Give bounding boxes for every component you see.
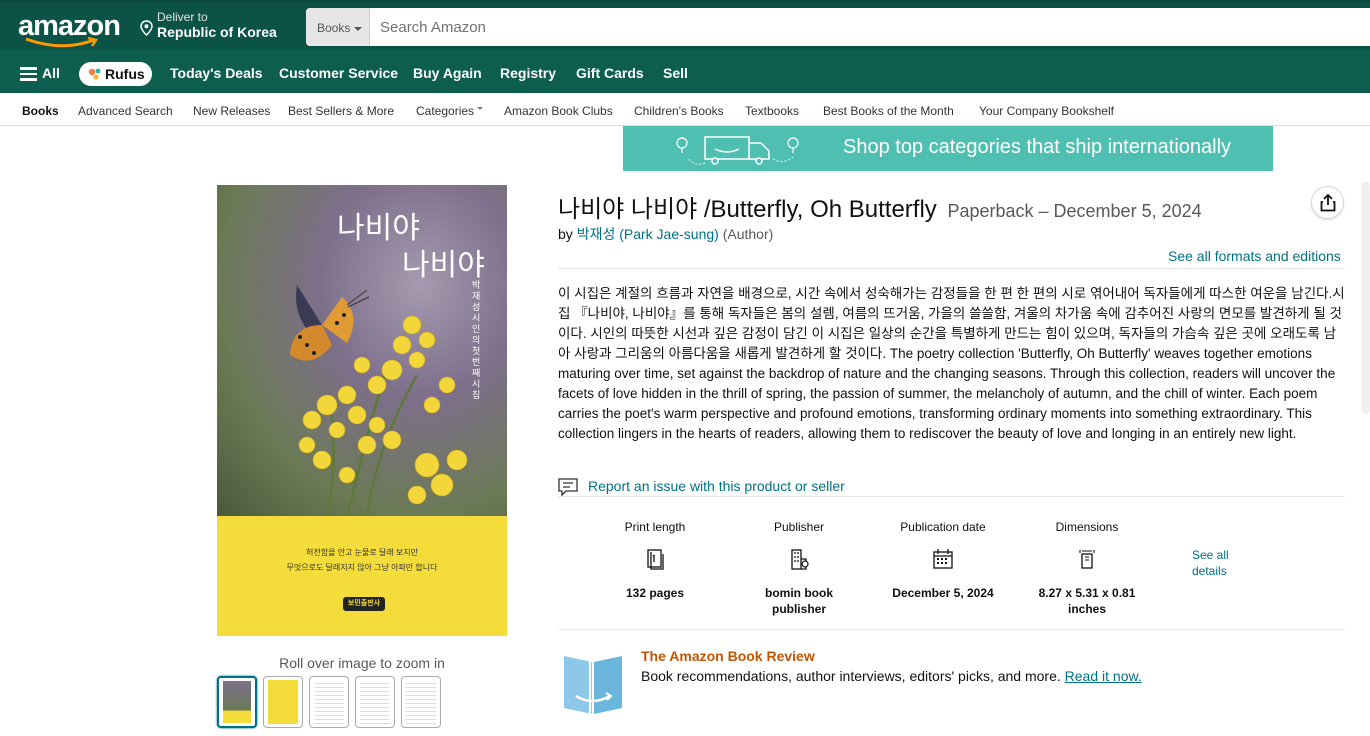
product-description: 이 시집은 계절의 흐름과 자연을 배경으로, 시간 속에서 성숙해가는 감정들… [558,286,1345,441]
deliver-label: Deliver to [157,10,208,24]
divider [558,268,1345,269]
detail-value: December 5, 2024 [892,586,994,600]
nav-all[interactable]: All [42,65,60,81]
detail-dimensions: Dimensions 8.27 x 5.31 x 0.81 inches [1027,520,1147,617]
see-all-formats-link[interactable]: See all formats and editions [1168,248,1341,264]
chevron-down-icon [477,107,484,111]
book-review-heading[interactable]: The Amazon Book Review [641,648,815,664]
thumbnail-4[interactable] [355,676,395,728]
report-link-text: Report an issue with this product or sel… [588,478,845,494]
detail-value: 132 pages [625,586,685,600]
detail-publication-date: Publication date December 5, 2024 [883,520,1003,601]
cover-bottom-panel [217,516,507,636]
book-review-text: Book recommendations, author interviews,… [641,668,1142,684]
book-review-icon [564,656,622,714]
amazon-logo[interactable]: amazon [18,8,121,48]
nav-customer-service[interactable]: Customer Service [279,65,398,81]
banner-text: Shop top categories that ship internatio… [843,136,1232,158]
subnav-books[interactable]: Books [22,104,59,118]
subnav-advanced-search[interactable]: Advanced Search [78,104,173,118]
detail-print-length: Print length 132 pages [595,520,715,601]
thumbnail-3[interactable] [309,676,349,728]
product-title: 나비야 나비야 /Butterfly, Oh Butterfly Paperba… [558,189,1202,224]
subnav-company-bookshelf[interactable]: Your Company Bookshelf [979,104,1114,118]
rufus-button[interactable]: Rufus [79,62,152,86]
nav-todays-deals[interactable]: Today's Deals [170,65,263,81]
main-nav: All Rufus Today's Deals Customer Service… [0,50,1370,93]
building-icon [791,549,809,570]
search-category-label: Books [317,21,351,35]
thumbnail-1[interactable] [217,676,257,728]
delivery-truck-icon [676,136,799,165]
nav-registry[interactable]: Registry [500,65,556,81]
detail-label: Print length [624,520,686,534]
cover-photo: 나비야 나비야 박재성 시인의 첫 번째 시집 [217,185,507,516]
author-role: (Author) [722,226,774,242]
subnav-childrens-books[interactable]: Children's Books [634,104,724,118]
nav-buy-again[interactable]: Buy Again [413,65,482,81]
thumbnail-page [406,680,436,724]
detail-label: Publication date [900,520,986,534]
subnav-categories-label: Categories [416,104,475,118]
thumbnail-page [360,680,390,724]
detail-label: Dimensions [1055,520,1119,534]
rufus-icon [88,68,101,80]
cover-title-line2: 나비야 [402,249,485,282]
read-it-now-link[interactable]: Read it now. [1065,668,1142,684]
see-all-details-text: See all details [1192,548,1229,578]
nav-sell[interactable]: Sell [663,65,688,81]
international-shipping-banner[interactable]: Shop top categories that ship internatio… [623,126,1273,171]
book-review-description: Book recommendations, author interviews,… [641,668,1061,684]
search-category-select[interactable]: Books [306,8,370,46]
subnav-textbooks[interactable]: Textbooks [745,104,799,118]
book-pages-icon [647,549,664,570]
butterfly [290,285,370,361]
cover-tagline-2: 무엇으로도 달래지지 않아 그냥 아파만 합니다 [286,563,438,572]
detail-publisher: Publisher bomin book publisher [739,520,859,617]
cover-vertical-text: 박재성 시인의 첫 번째 시집 [472,280,481,400]
byline: by 박재성 (Park Jae-sung) (Author) [558,224,773,244]
thumbnail-cover-front [223,681,251,723]
feedback-icon [558,478,578,496]
top-nav-bar: amazon Deliver to Republic of Korea Book… [0,0,1370,50]
book-cover-image[interactable]: 나비야 나비야 박재성 시인의 첫 번째 시집 허전함을 안고 눈물로 달래 보… [217,185,507,636]
thumbnail-cover-back [268,680,298,724]
dimensions-icon [1079,550,1095,569]
author-link[interactable]: 박재성 (Park Jae-sung) [577,226,719,242]
detail-value: bomin book publisher [765,586,833,616]
deliver-location: Republic of Korea [157,24,277,40]
logo-smile-icon [25,36,99,48]
nav-gift-cards[interactable]: Gift Cards [576,65,644,81]
calendar-icon [933,549,953,569]
divider [558,496,1345,497]
detail-label: Publisher [773,520,825,534]
cover-tagline-1: 허전함을 안고 눈물로 달래 보지만 [306,548,418,557]
rufus-label: Rufus [105,66,145,82]
subnav-new-releases[interactable]: New Releases [193,104,270,118]
search-input[interactable] [370,8,1360,46]
chevron-down-icon [354,26,363,31]
thumbnail-page [314,680,344,724]
product-format: Paperback – December 5, 2024 [947,201,1202,221]
product-title-text: 나비야 나비야 /Butterfly, Oh Butterfly [558,196,937,223]
divider [558,629,1345,630]
cover-publisher-logo: 보민출판사 [343,597,385,611]
subnav-book-clubs[interactable]: Amazon Book Clubs [504,104,613,118]
subnav-best-sellers[interactable]: Best Sellers & More [288,104,394,118]
detail-value: 8.27 x 5.31 x 0.81 inches [1038,586,1136,616]
thumbnail-5[interactable] [401,676,441,728]
subnav-best-books-month[interactable]: Best Books of the Month [823,104,954,118]
share-icon [1320,194,1336,212]
subnav-categories[interactable]: Categories [416,104,484,118]
see-all-details-link[interactable]: See all details [1192,547,1232,579]
location-pin-icon [140,20,153,36]
by-label: by [558,226,573,242]
share-button[interactable] [1311,186,1344,219]
thumbnail-2[interactable] [263,676,303,728]
books-subnav: Books Advanced Search New Releases Best … [0,93,1370,126]
right-scrollbar[interactable] [1361,182,1370,414]
zoom-hint: Roll over image to zoom in [279,655,445,671]
search-bar: Books [306,8,1370,46]
hamburger-menu-icon[interactable] [20,67,37,81]
